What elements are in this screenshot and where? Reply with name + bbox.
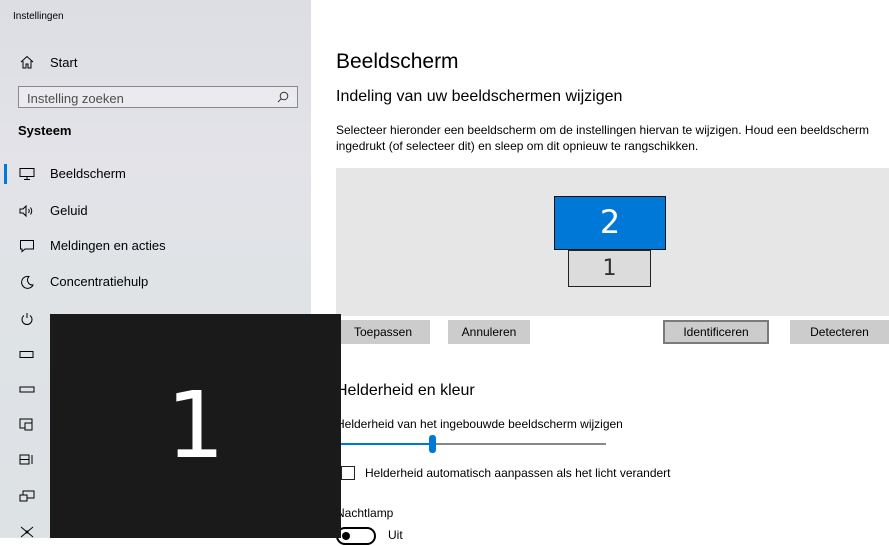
monitor-icon: [19, 168, 35, 180]
shared-experiences-icon: [20, 526, 34, 538]
display-1-tile[interactable]: 1: [568, 250, 651, 287]
brightness-slider-label: Helderheid van het ingebouwde beeldscher…: [336, 417, 623, 431]
moon-icon: [21, 275, 34, 289]
section-title: Systeem: [18, 123, 72, 138]
identify-overlay: 1: [50, 314, 341, 538]
identify-button[interactable]: Identificeren: [663, 320, 769, 344]
sidebar-item-display[interactable]: Beeldscherm: [0, 160, 311, 188]
storage-icon: [19, 386, 35, 393]
auto-brightness-label: Helderheid automatisch aanpassen als het…: [365, 466, 671, 480]
page-title: Beeldscherm: [336, 50, 459, 73]
display-arrangement-area: 2 1: [336, 168, 889, 316]
night-light-state: Uit: [388, 528, 403, 542]
search-box[interactable]: [18, 86, 298, 108]
home-nav-item[interactable]: Start: [0, 50, 311, 74]
auto-brightness-checkbox[interactable]: [341, 466, 355, 480]
sidebar-item-label: Beeldscherm: [50, 166, 126, 181]
project-icon: [19, 490, 35, 502]
identify-number: 1: [166, 372, 225, 479]
speaker-icon: [19, 204, 33, 218]
window-title: Instellingen: [13, 11, 64, 22]
home-icon: [20, 55, 34, 69]
sidebar-item-label: Meldingen en acties: [50, 238, 166, 253]
display-2-number: 2: [599, 203, 621, 241]
sidebar-item-label: Concentratiehulp: [50, 274, 149, 289]
slider-thumb[interactable]: [429, 435, 436, 453]
brightness-heading: Helderheid en kleur: [336, 382, 475, 399]
sidebar-item-label: Geluid: [50, 203, 88, 218]
layout-heading: Indeling van uw beeldschermen wijzigen: [336, 88, 623, 105]
display-1-number: 1: [602, 256, 617, 281]
search-input[interactable]: [25, 89, 269, 107]
toggle-knob: [342, 532, 350, 540]
detect-button[interactable]: Detecteren: [790, 320, 889, 344]
home-label: Start: [50, 54, 78, 70]
sidebar-item-focus-assist[interactable]: Concentratiehulp: [0, 268, 311, 296]
search-icon[interactable]: [277, 91, 289, 103]
layout-description: Selecteer hieronder een beeldscherm om d…: [336, 123, 869, 153]
sidebar-item-sound[interactable]: Geluid: [0, 197, 311, 225]
brightness-slider[interactable]: [338, 435, 606, 455]
multitasking-icon: [19, 454, 33, 465]
sidebar-item-notifications[interactable]: Meldingen en acties: [0, 232, 311, 260]
battery-icon: [19, 351, 34, 358]
apply-button[interactable]: Toepassen: [336, 320, 430, 344]
night-light-toggle[interactable]: [336, 527, 376, 545]
slider-fill: [338, 443, 432, 445]
cancel-button[interactable]: Annuleren: [448, 320, 530, 344]
power-icon: [21, 313, 33, 325]
tablet-icon: [19, 418, 33, 431]
notification-icon: [20, 240, 34, 253]
night-light-label: Nachtlamp: [336, 506, 394, 520]
display-2-tile[interactable]: 2: [554, 196, 666, 250]
